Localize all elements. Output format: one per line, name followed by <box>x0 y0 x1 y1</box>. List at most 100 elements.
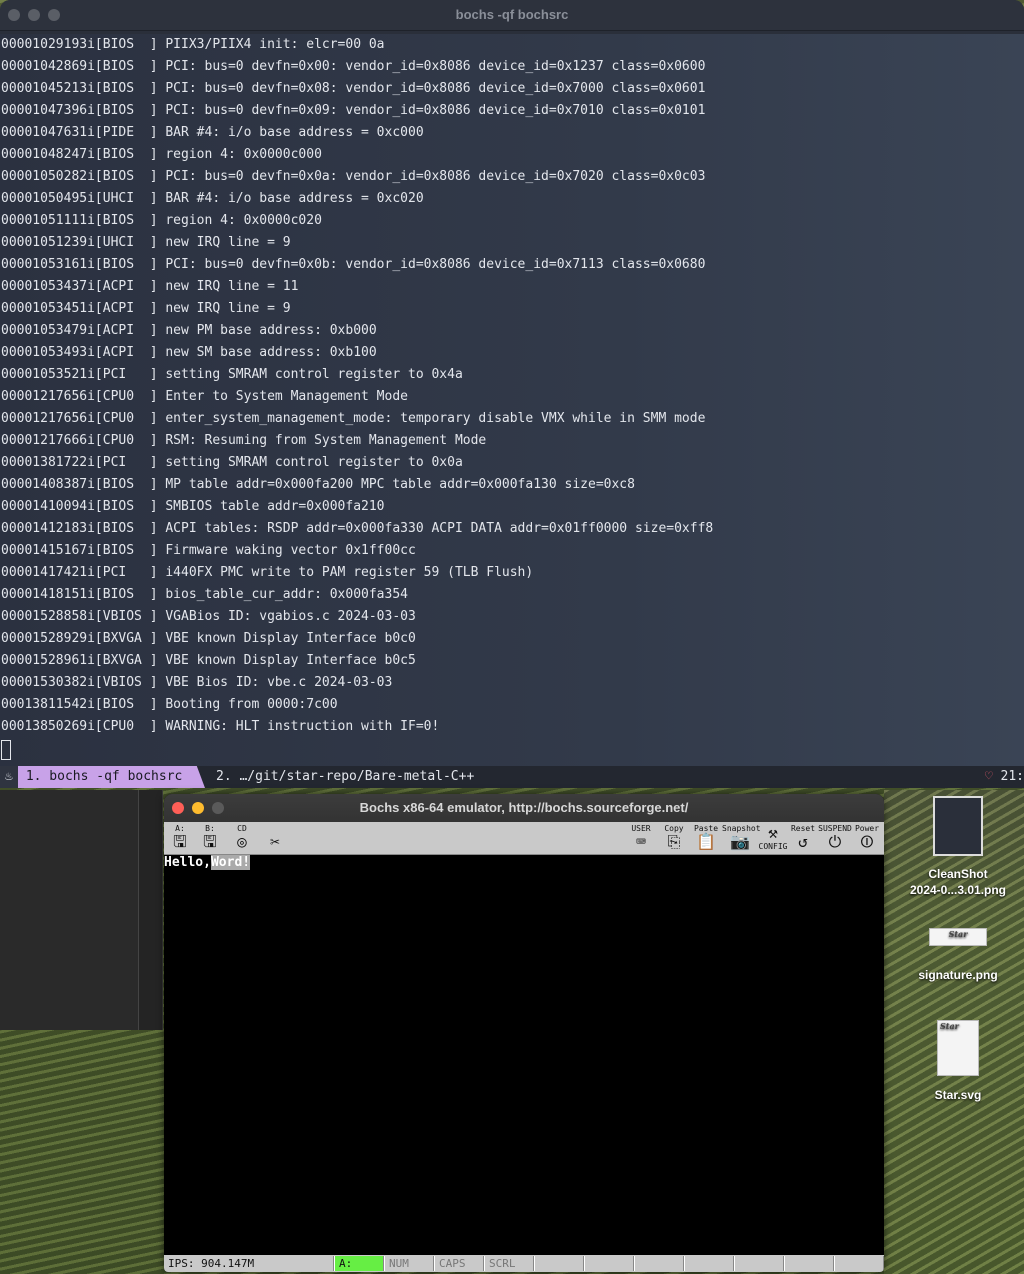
log-line: 00001530382i[VBIOS ] VBE Bios ID: vbe.c … <box>1 675 393 690</box>
screenshot-thumbnail-icon <box>933 796 983 856</box>
log-line: 00001528858i[VBIOS ] VGABios ID: vgabios… <box>1 609 416 624</box>
log-line: 00001217656i[CPU0 ] enter_system_managem… <box>1 411 706 426</box>
suspend-button[interactable]: SUSPEND ⏻ <box>818 824 852 852</box>
paste-button[interactable]: Paste 📋 <box>692 824 720 852</box>
terminal-titlebar[interactable]: bochs -qf bochsrc <box>0 0 1024 31</box>
log-line: 00001053451i[ACPI ] new IRQ line = 9 <box>1 301 291 316</box>
log-line: 00001051239i[UHCI ] new IRQ line = 9 <box>1 235 291 250</box>
user-button[interactable]: USER ⌨ <box>626 824 656 852</box>
desktop-icon-label: signature.png <box>918 968 998 982</box>
desktop-icon-star-svg[interactable]: Star Star.svg <box>888 1020 1024 1102</box>
flame-icon: ♨ <box>0 766 18 788</box>
log-line: 00001029193i[BIOS ] PIIX3/PIIX4 init: el… <box>1 37 385 52</box>
log-line: 00001047631i[PIDE ] BAR #4: i/o base add… <box>1 125 424 140</box>
log-line: 00001418151i[BIOS ] bios_table_cur_addr:… <box>1 587 408 602</box>
power-button[interactable]: Power ⏼ <box>852 824 882 852</box>
bochs-titlebar[interactable]: Bochs x86-64 emulator, http://bochs.sour… <box>164 794 884 823</box>
log-line: 00001053161i[BIOS ] PCI: bus=0 devfn=0x0… <box>1 257 706 272</box>
log-line: 00001050282i[BIOS ] PCI: bus=0 devfn=0x0… <box>1 169 706 184</box>
reset-button[interactable]: Reset ↺ <box>788 824 818 852</box>
log-line: 00013811542i[BIOS ] Booting from 0000:7c… <box>1 697 338 712</box>
suspend-icon: ⏻ <box>828 832 842 851</box>
tab-star-repo-label: 2. …/git/star-repo/Bare-metal-C++ <box>216 769 475 784</box>
log-line: 00001410094i[BIOS ] SMBIOS table addr=0x… <box>1 499 385 514</box>
emulator-screen[interactable]: Hello,Word! <box>164 855 884 1255</box>
floppy-icon: 🖫 <box>173 832 187 851</box>
camera-icon: 📷 <box>730 832 750 851</box>
log-line: 00001381722i[PCI ] setting SMRAM control… <box>1 455 463 470</box>
signature-thumbnail-icon: Star <box>929 928 987 946</box>
log-line: 00001053521i[PCI ] setting SMRAM control… <box>1 367 463 382</box>
terminal-tab-bar: ♨ 1. bochs -qf bochsrc 2. …/git/star-rep… <box>0 766 1024 788</box>
screen-output: Hello,Word! <box>164 855 251 871</box>
log-line: 00001047396i[BIOS ] PCI: bus=0 devfn=0x0… <box>1 103 706 118</box>
bochs-statusbar: IPS: 904.147M A: NUM CAPS SCRL <box>164 1255 884 1272</box>
status-slot <box>734 1256 784 1271</box>
log-line: 00001051111i[BIOS ] region 4: 0x0000c020 <box>1 213 322 228</box>
clock-text: 21: <box>1000 769 1024 784</box>
log-line: 00001408387i[BIOS ] MP table addr=0x000f… <box>1 477 635 492</box>
terminal-output[interactable]: 00001029193i[BIOS ] PIIX3/PIIX4 init: el… <box>0 34 1024 766</box>
mouse-icon: ✂ <box>270 832 280 851</box>
reset-icon: ↺ <box>798 832 808 851</box>
desktop-icon-signature[interactable]: Star signature.png <box>888 928 1024 982</box>
prompt-line[interactable] <box>0 738 1024 760</box>
config-button[interactable]: ⚒ CONFIG <box>758 824 788 852</box>
snapshot-button[interactable]: Snapshot 📷 <box>722 824 761 852</box>
log-line: 00001217666i[CPU0 ] RSM: Resuming from S… <box>1 433 487 448</box>
cdrom-icon: ◎ <box>237 832 247 851</box>
log-line: 00001042869i[BIOS ] PCI: bus=0 devfn=0x0… <box>1 59 706 74</box>
log-line: 00001045213i[BIOS ] PCI: bus=0 devfn=0x0… <box>1 81 706 96</box>
tab-bochs[interactable]: ♨ 1. bochs -qf bochsrc <box>0 766 205 788</box>
floppy-icon: 🖫 <box>203 832 217 851</box>
background-window[interactable] <box>0 790 163 1030</box>
desktop-icon-cleanshot[interactable]: CleanShot 2024-0...3.01.png <box>888 796 1024 898</box>
screen-text-hello: Hello, <box>164 855 211 870</box>
tab-star-repo[interactable]: 2. …/git/star-repo/Bare-metal-C++ <box>216 766 474 788</box>
floppy-a-button[interactable]: A: 🖫 <box>168 824 192 852</box>
scroll-lock-indicator: SCRL <box>484 1256 534 1271</box>
log-line: 00001053493i[ACPI ] new SM base address:… <box>1 345 377 360</box>
desktop-icon-label: CleanShot 2024-0...3.01.png <box>909 867 1007 897</box>
copy-button[interactable]: Copy ⎘ <box>660 824 688 852</box>
mouse-button[interactable]: ✂ <box>260 824 290 852</box>
log-line: 00001417421i[PCI ] i440FX PMC write to P… <box>1 565 534 580</box>
log-line: 00013850269i[CPU0 ] WARNING: HLT instruc… <box>1 719 440 734</box>
screen-text-word: Word! <box>210 855 251 870</box>
status-slot <box>684 1256 734 1271</box>
drive-a-indicator: A: <box>334 1256 384 1271</box>
tab-bar-right: ♡ 21: <box>985 766 1024 788</box>
log-line: 00001415167i[BIOS ] Firmware waking vect… <box>1 543 416 558</box>
caps-lock-indicator: CAPS <box>434 1256 484 1271</box>
text-cursor <box>1 740 11 760</box>
log-line: 00001528929i[BXVGA ] VBE known Display I… <box>1 631 416 646</box>
power-icon: ⏼ <box>860 832 874 851</box>
desktop-icon-label: Star.svg <box>934 1088 982 1102</box>
ips-indicator: IPS: 904.147M <box>164 1256 334 1271</box>
copy-icon: ⎘ <box>667 832 681 851</box>
heart-icon: ♡ <box>984 769 993 784</box>
status-slot <box>834 1256 884 1271</box>
status-slot <box>584 1256 634 1271</box>
status-slot <box>534 1256 584 1271</box>
status-slot <box>634 1256 684 1271</box>
status-slot <box>784 1256 834 1271</box>
log-line: 00001528961i[BXVGA ] VBE known Display I… <box>1 653 416 668</box>
config-label: CONFIG <box>758 842 788 851</box>
tools-icon: ⚒ <box>768 823 778 842</box>
cdrom-button[interactable]: CD ◎ <box>228 824 256 852</box>
floppy-b-button[interactable]: B: 🖫 <box>198 824 222 852</box>
tab-bochs-label: 1. bochs -qf bochsrc <box>25 769 183 784</box>
log-line: 00001217656i[CPU0 ] Enter to System Mana… <box>1 389 408 404</box>
background-window-sidebar <box>0 790 139 1030</box>
log-line: 00001412183i[BIOS ] ACPI tables: RSDP ad… <box>1 521 714 536</box>
terminal-title: bochs -qf bochsrc <box>455 7 569 22</box>
bochs-toolbar: A: 🖫 B: 🖫 CD ◎ ✂ USER ⌨ Copy ⎘ Paste 📋 Snapsho… <box>164 822 884 855</box>
terminal-window: bochs -qf bochsrc 00001029193i[BIOS ] PI… <box>0 0 1024 788</box>
log-line: 00001048247i[BIOS ] region 4: 0x0000c000 <box>1 147 322 162</box>
bochs-window: Bochs x86-64 emulator, http://bochs.sour… <box>164 794 884 1272</box>
bochs-title: Bochs x86-64 emulator, http://bochs.sour… <box>359 800 689 815</box>
log-line: 00001053437i[ACPI ] new IRQ line = 11 <box>1 279 299 294</box>
log-line: 00001050495i[UHCI ] BAR #4: i/o base add… <box>1 191 424 206</box>
log-lines: 00001029193i[BIOS ] PIIX3/PIIX4 init: el… <box>0 34 1024 738</box>
